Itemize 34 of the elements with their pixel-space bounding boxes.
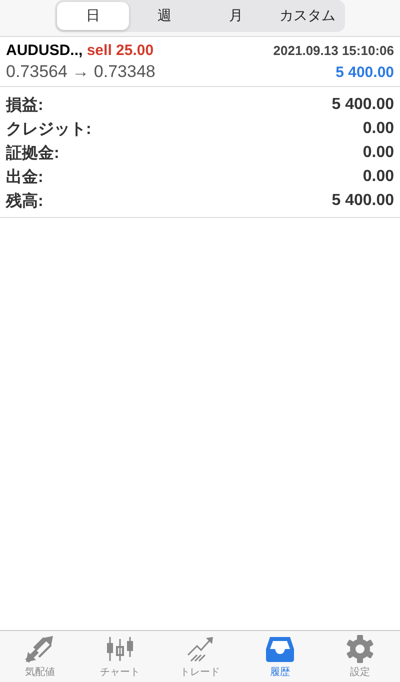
nav-tab[interactable]: 気配値 [0, 631, 80, 682]
nav-tab[interactable]: トレード [160, 631, 240, 682]
summary-value: 0.00 [362, 120, 394, 138]
profit-value: 5 400.00 [336, 64, 394, 81]
nav-label: 気配値 [25, 666, 55, 678]
summary-label: 証拠金: [6, 143, 60, 164]
period-tab[interactable]: 週 [128, 2, 200, 30]
summary-label: 残高: [6, 191, 44, 212]
settings-icon [345, 634, 375, 662]
nav-label: 設定 [350, 666, 370, 678]
nav-tab[interactable]: 設定 [320, 631, 400, 682]
candlestick-icon [105, 634, 135, 662]
summary-value: 0.00 [362, 144, 394, 162]
summary-value: 5 400.00 [332, 96, 394, 114]
summary-label: 出金: [6, 168, 44, 188]
trend-icon [185, 634, 215, 662]
inbox-icon [265, 634, 295, 662]
period-tab[interactable]: 月 [200, 2, 272, 30]
nav-tab[interactable]: チャート [80, 631, 160, 682]
summary-value: 0.00 [362, 168, 394, 186]
nav-label: チャート [100, 666, 140, 678]
summary-value: 5 400.00 [332, 192, 394, 210]
summary-label: 損益: [6, 96, 44, 116]
period-tab[interactable]: カスタム [272, 2, 343, 30]
nav-label: 履歴 [270, 666, 290, 678]
nav-label: トレード [180, 666, 220, 678]
symbol-label: AUDUSD.., [6, 42, 83, 59]
price-range: 0.73564 → 0.73348 [6, 62, 156, 82]
summary-label: クレジット: [6, 120, 92, 140]
period-tab[interactable]: 日 [57, 2, 128, 30]
arrows-icon [25, 634, 55, 662]
nav-tab[interactable]: 履歴 [240, 631, 320, 682]
deal-time: 2021.09.13 15:10:06 [273, 43, 394, 58]
order-label: sell 25.00 [86, 42, 154, 59]
